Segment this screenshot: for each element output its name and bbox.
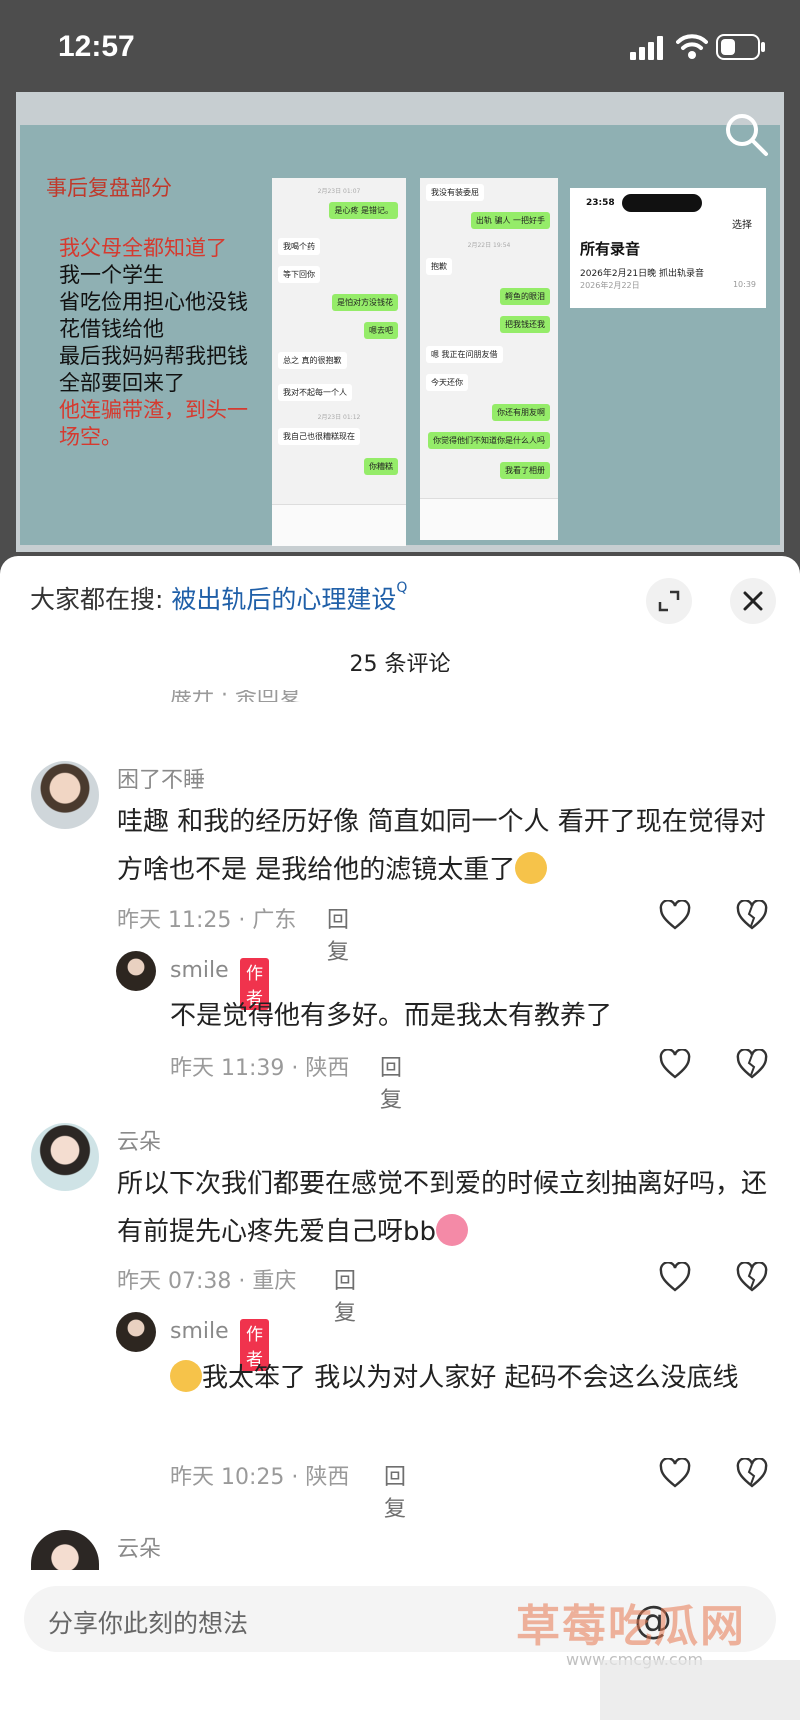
chat-bubble: 我没有装委屈 [426, 184, 484, 201]
collapsed-replies-link[interactable]: 展开 · 条回复 [170, 690, 301, 702]
chat-bubble: 今天还你 [426, 374, 468, 391]
search-suggestion-keyword[interactable]: 被出轨后的心理建设 [171, 585, 396, 614]
slide-line: 我一个学生 [59, 263, 164, 287]
recording-name: 2026年2月21日晚 抓出轨录音 [580, 269, 704, 279]
reply-button[interactable]: 回复 [327, 902, 349, 966]
slide-line: 最后我妈妈帮我把钱 [59, 344, 248, 368]
reply-meta: 昨天 11:39 · 陕西 [170, 1056, 350, 1081]
close-button[interactable] [730, 578, 776, 624]
chat-timestamp: 2月22日 19:54 [467, 242, 511, 249]
watermark: 草莓吃瓜网 [516, 1601, 746, 1652]
reply-text: 我太笨了 我以为对人家好 起码不会这么没底线 [170, 1354, 770, 1402]
reply-meta: 昨天 10:25 · 陕西 [170, 1465, 350, 1490]
broken-heart-icon[interactable] [736, 1049, 768, 1079]
chat-bubble: 等下回你 [278, 266, 320, 283]
comment-username[interactable]: 云朵 [117, 1124, 161, 1156]
comment-username[interactable]: 困了不睡 [117, 762, 205, 794]
reply-button[interactable]: 回复 [384, 1459, 406, 1523]
chat-screenshot-b: 我没有装委屈 出轨 骗人 一把好手 2月22日 19:54 抱歉 鳄鱼的眼泪 把… [420, 178, 558, 540]
chat-bubble: 我对不起每一个人 [278, 384, 352, 401]
signal-icon [630, 36, 663, 60]
chat-bubble: 出轨 骗人 一把好手 [470, 212, 550, 229]
status-bar: 12:57 [0, 0, 800, 92]
chat-input-bar [272, 504, 406, 546]
hug-emoji-icon [436, 1214, 469, 1246]
slide-line: 省吃俭用担心他没钱 [59, 290, 248, 314]
sunglasses-emoji-icon [515, 852, 548, 884]
chat-bubble: 嗯去吧 [364, 322, 398, 339]
crying-emoji-icon [170, 1360, 202, 1392]
corner-logo [600, 1660, 800, 1720]
comment-text: 哇趣 和我的经历好像 简直如同一个人 看开了现在觉得对方啥也不是 是我给他的滤镜… [117, 798, 777, 894]
avatar[interactable] [116, 951, 156, 991]
video-area[interactable]: 12:57 事后复盘部分 我父母全都知道了 我一个学生 省吃俭用担心他没钱 花借… [0, 0, 800, 575]
slide-text-lines: 我父母全都知道了 我一个学生 省吃俭用担心他没钱 花借钱给他 最后我妈妈帮我把钱… [59, 235, 279, 451]
heart-icon[interactable] [659, 900, 691, 930]
chat-bubble: 我喝个药 [278, 238, 320, 255]
chat-bubble: 嗯 我正在问朋友借 [426, 346, 503, 363]
recorder-screenshot: 23:58 选择 所有录音 2026年2月21日晚 抓出轨录音 2026年2月2… [570, 188, 766, 308]
chat-timestamp: 2月23日 01:07 [317, 188, 361, 195]
chat-bubble: 把我钱还我 [500, 316, 550, 333]
chat-bubble: 总之 真的很抱歉 [278, 352, 347, 369]
reply-username[interactable]: smile [170, 1319, 229, 1344]
search-suggestion[interactable]: 大家都在搜: 被出轨后的心理建设Q [30, 580, 407, 616]
comment-username[interactable]: 云朵 [117, 1531, 161, 1563]
reply-button[interactable]: 回复 [380, 1050, 402, 1114]
slide-line: 他连骗带渣，到头一 [59, 398, 248, 422]
chat-timestamp: 2月23日 01:12 [317, 414, 361, 421]
comment-count: 25 条评论 [349, 652, 451, 677]
recording-duration: 10:39 [732, 280, 756, 289]
search-icon[interactable] [722, 110, 770, 158]
heart-icon[interactable] [659, 1262, 691, 1292]
search-mini-icon: Q [396, 580, 408, 596]
wifi-icon [676, 34, 708, 59]
reply-text: 不是觉得他有多好。而是我太有教养了 [170, 1001, 613, 1031]
close-icon [743, 591, 763, 611]
heart-icon[interactable] [659, 1049, 691, 1079]
chat-bubble: 我看了相册 [500, 462, 550, 479]
avatar[interactable] [31, 761, 99, 829]
chat-bubble: 你还有朋友啊 [492, 404, 550, 421]
recorder-time: 23:58 [586, 198, 615, 208]
chat-bubble: 鳄鱼的眼泪 [500, 288, 550, 305]
chat-screenshot-a: 2月23日 01:07 是心疼 是错记。 我喝个药 等下回你 是怕对方没钱花 嗯… [272, 178, 406, 546]
expand-button[interactable] [646, 578, 692, 624]
slide-line: 我父母全都知道了 [59, 236, 227, 260]
comment-text-body: 哇趣 和我的经历好像 简直如同一个人 看开了现在觉得对方啥也不是 是我给他的滤镜… [117, 807, 766, 885]
broken-heart-icon[interactable] [736, 900, 768, 930]
chat-bubble: 你糟糕 [364, 458, 398, 475]
broken-heart-icon[interactable] [736, 1262, 768, 1292]
dynamic-island [622, 194, 702, 212]
expand-icon [658, 590, 680, 612]
comment-text: 所以下次我们都要在感觉不到爱的时候立刻抽离好吗，还有前提先心疼先爱自己呀bb [117, 1160, 777, 1256]
status-time: 12:57 [58, 30, 135, 63]
recorder-title: 所有录音 [580, 240, 641, 258]
chat-bubble: 我自己也很糟糕现在 [278, 428, 360, 445]
comment-meta: 昨天 07:38 · 重庆 [117, 1269, 297, 1294]
search-suggestion-prefix: 大家都在搜: [30, 585, 172, 614]
avatar[interactable] [116, 1312, 156, 1352]
slide-line: 场空。 [59, 425, 122, 449]
chat-bubble: 你觉得他们不知道你是什么人吗 [428, 432, 550, 449]
slide-line: 花借钱给他 [59, 317, 164, 341]
reply-button[interactable]: 回复 [334, 1263, 356, 1327]
battery-icon [716, 34, 765, 60]
broken-heart-icon[interactable] [736, 1458, 768, 1488]
recorder-select: 选择 [732, 220, 752, 231]
heart-icon[interactable] [659, 1458, 691, 1488]
reply-username[interactable]: smile [170, 958, 229, 983]
slide-title: 事后复盘部分 [46, 176, 172, 200]
chat-input-bar [420, 498, 558, 540]
chat-bubble: 是怕对方没钱花 [332, 294, 398, 311]
recording-date: 2026年2月22日 [580, 281, 640, 290]
comment-meta: 昨天 11:25 · 广东 [117, 908, 297, 933]
reply-text-body: 我太笨了 我以为对人家好 起码不会这么没底线 [202, 1363, 739, 1393]
chat-bubble: 抱歉 [426, 258, 452, 275]
avatar[interactable] [31, 1123, 99, 1191]
chat-bubble: 是心疼 是错记。 [329, 202, 398, 219]
slide-line: 全部要回来了 [59, 371, 185, 395]
comment-input-placeholder: 分享你此刻的想法 [48, 1609, 249, 1638]
